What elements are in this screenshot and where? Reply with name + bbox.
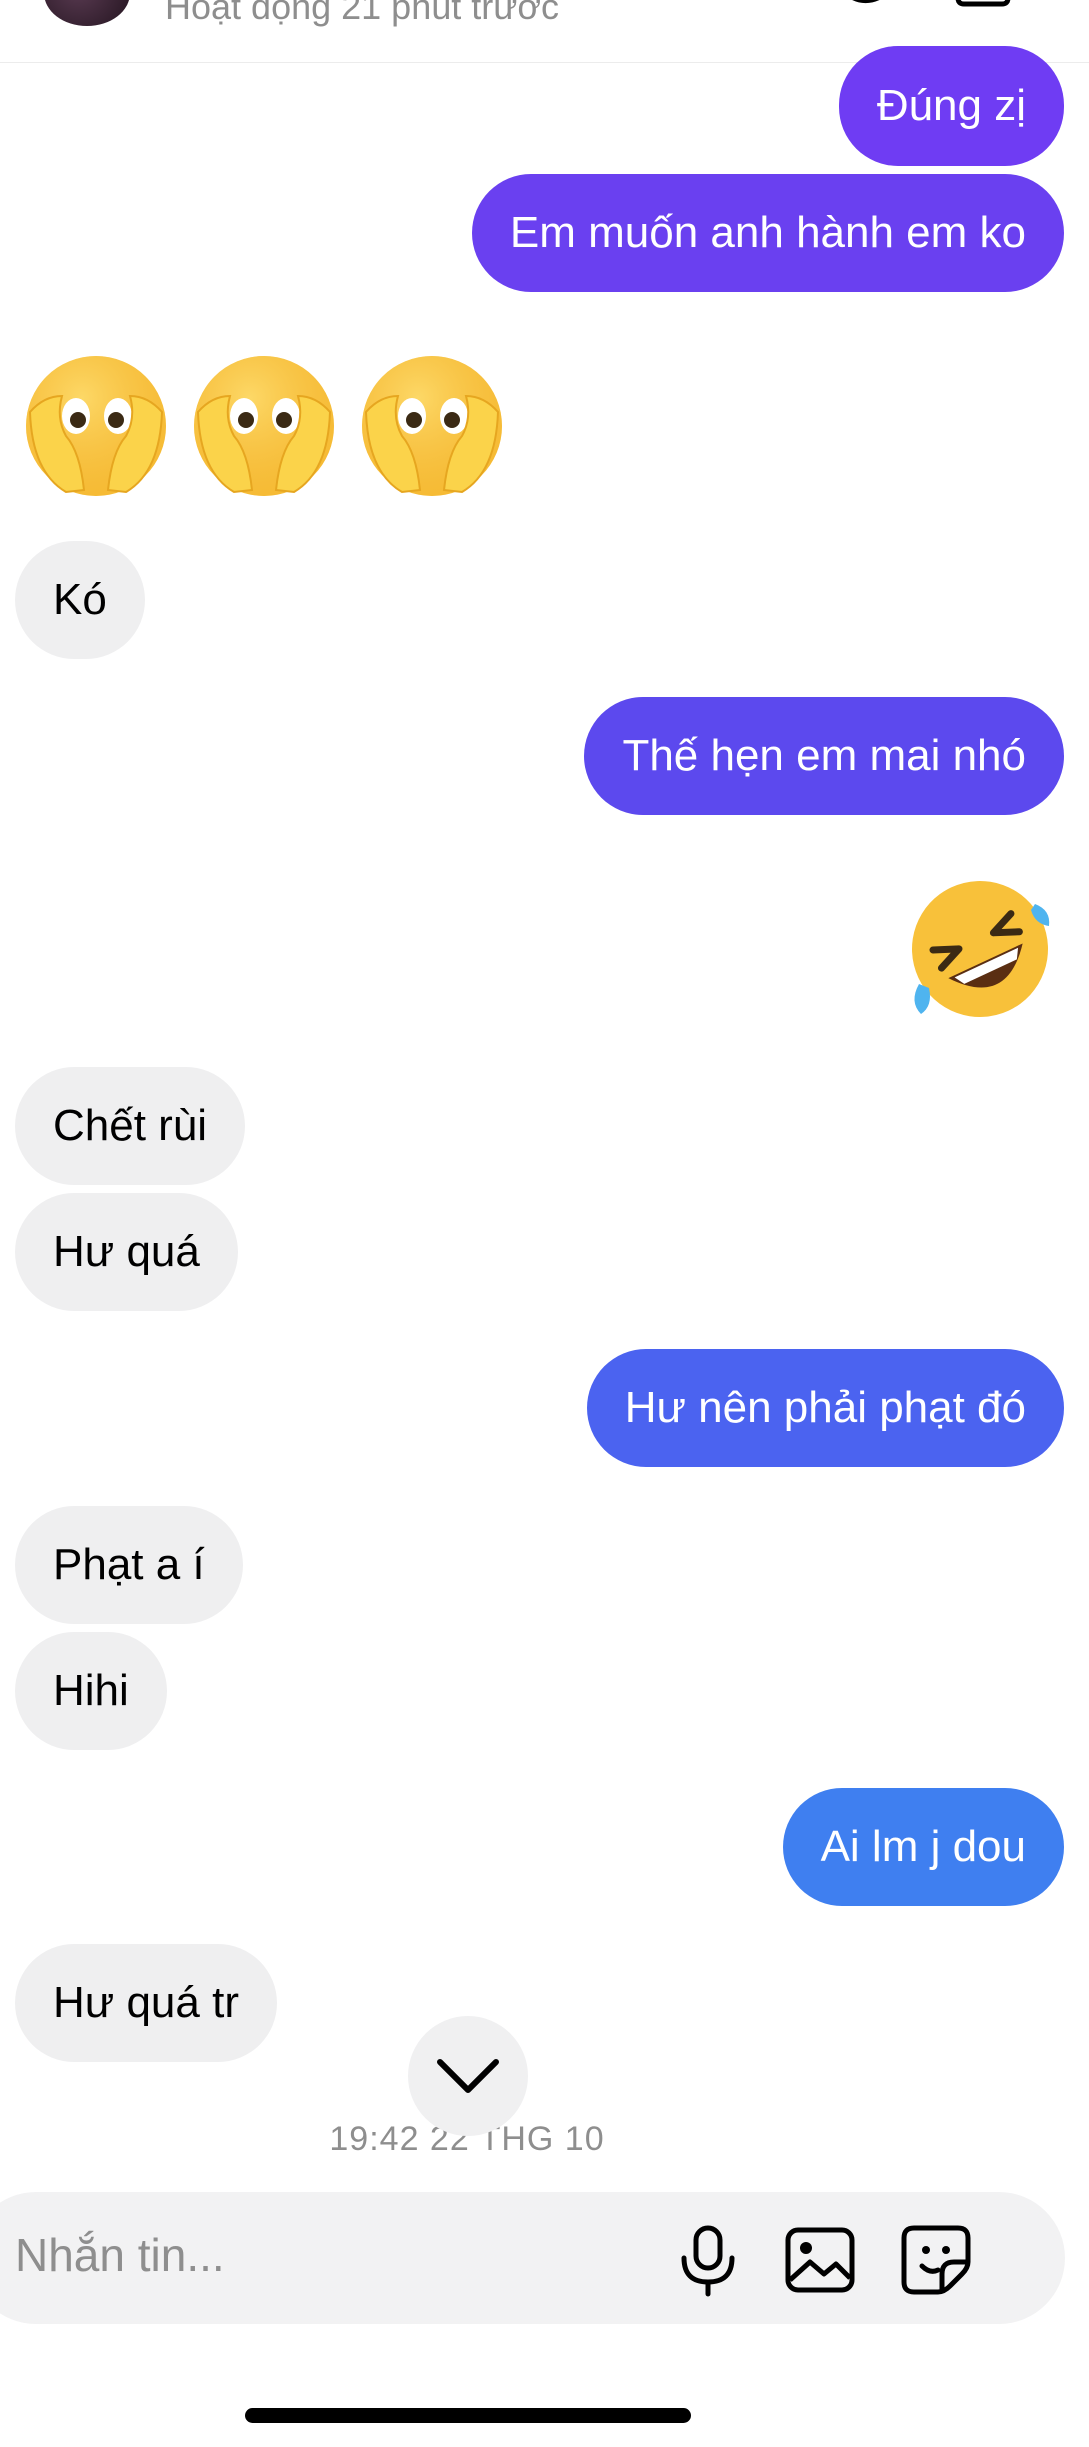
message-bubble-received[interactable]: Chết rùi bbox=[15, 1067, 246, 1185]
message-bubble-received[interactable]: Hư quá tr bbox=[15, 1944, 277, 2062]
emoji-message-sent[interactable] bbox=[905, 874, 1055, 1024]
gallery-icon[interactable] bbox=[782, 2222, 858, 2298]
active-status: Hoạt động 21 phút trước bbox=[165, 0, 559, 27]
home-indicator bbox=[245, 2408, 691, 2423]
phone-icon[interactable] bbox=[820, 0, 890, 10]
message-bubble-sent[interactable]: Hư nên phải phạt đó bbox=[586, 1349, 1064, 1467]
message-bubble-sent[interactable]: Thế hẹn em mai nhó bbox=[584, 697, 1064, 815]
video-icon[interactable] bbox=[950, 0, 1020, 10]
scroll-to-bottom-button[interactable] bbox=[408, 2016, 528, 2136]
emoji-message-received[interactable] bbox=[22, 352, 512, 500]
message-bubble-received[interactable]: Kó bbox=[15, 541, 145, 659]
message-bubble-sent[interactable]: Đúng zị bbox=[838, 46, 1064, 166]
message-bubble-sent[interactable]: Em muốn anh hành em ko bbox=[471, 174, 1064, 292]
message-composer bbox=[0, 2192, 1065, 2324]
message-bubble-received[interactable]: Hihi bbox=[15, 1632, 167, 1750]
sticker-icon[interactable] bbox=[898, 2222, 974, 2298]
message-bubble-received[interactable]: Hư quá bbox=[15, 1193, 238, 1311]
chevron-down-icon bbox=[437, 2059, 499, 2093]
microphone-icon[interactable] bbox=[670, 2222, 746, 2298]
message-bubble-sent[interactable]: Ai lm j dou bbox=[782, 1788, 1064, 1906]
message-input[interactable] bbox=[15, 2228, 615, 2282]
message-bubble-received[interactable]: Phạt a í bbox=[15, 1506, 243, 1624]
avatar[interactable] bbox=[44, 0, 130, 26]
